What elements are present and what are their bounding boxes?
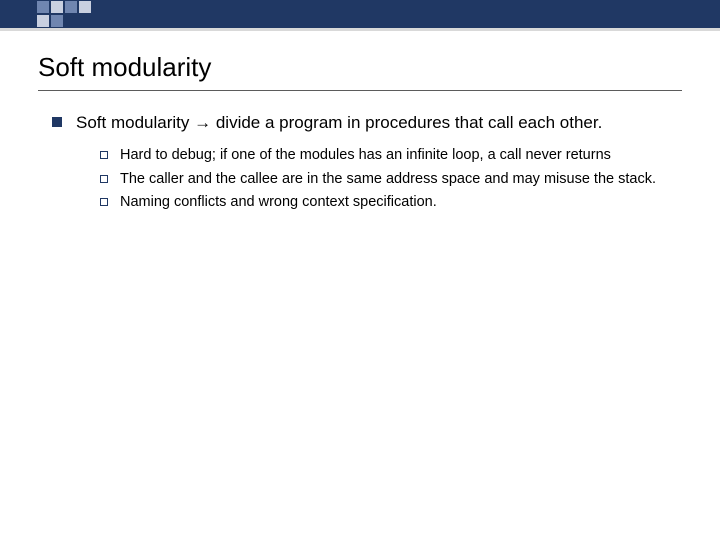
accent-square <box>51 15 63 27</box>
square-bullet-icon <box>52 117 62 127</box>
accent-square <box>51 1 63 13</box>
accent-squares <box>36 0 94 28</box>
accent-square <box>37 1 49 13</box>
slide-title: Soft modularity <box>38 52 211 83</box>
slide-body: Soft modularity → divide a program in pr… <box>52 112 686 217</box>
top-bar-underline <box>0 28 720 31</box>
accent-square <box>79 1 91 13</box>
arrow-icon: → <box>194 113 211 132</box>
accent-square <box>65 1 77 13</box>
hollow-square-bullet-icon <box>100 175 108 183</box>
sub-bullet-text: Naming conflicts and wrong context speci… <box>120 193 437 213</box>
sub-bullet-group: Hard to debug; if one of the modules has… <box>100 146 686 213</box>
top-bar <box>0 0 720 34</box>
bullet-level2: The caller and the callee are in the sam… <box>100 170 686 190</box>
title-rule <box>38 90 682 91</box>
hollow-square-bullet-icon <box>100 198 108 206</box>
bullet-level2: Hard to debug; if one of the modules has… <box>100 146 686 166</box>
accent-square <box>37 15 49 27</box>
main-suffix: divide a program in procedures that call… <box>211 113 602 132</box>
hollow-square-bullet-icon <box>100 151 108 159</box>
bullet-level2: Naming conflicts and wrong context speci… <box>100 193 686 213</box>
top-bar-strip <box>0 0 720 28</box>
main-prefix: Soft modularity <box>76 113 194 132</box>
bullet-level1: Soft modularity → divide a program in pr… <box>52 112 686 134</box>
sub-bullet-text: Hard to debug; if one of the modules has… <box>120 146 611 166</box>
sub-bullet-text: The caller and the callee are in the sam… <box>120 170 656 190</box>
slide: Soft modularity Soft modularity → divide… <box>0 0 720 540</box>
bullet-text: Soft modularity → divide a program in pr… <box>76 112 602 134</box>
